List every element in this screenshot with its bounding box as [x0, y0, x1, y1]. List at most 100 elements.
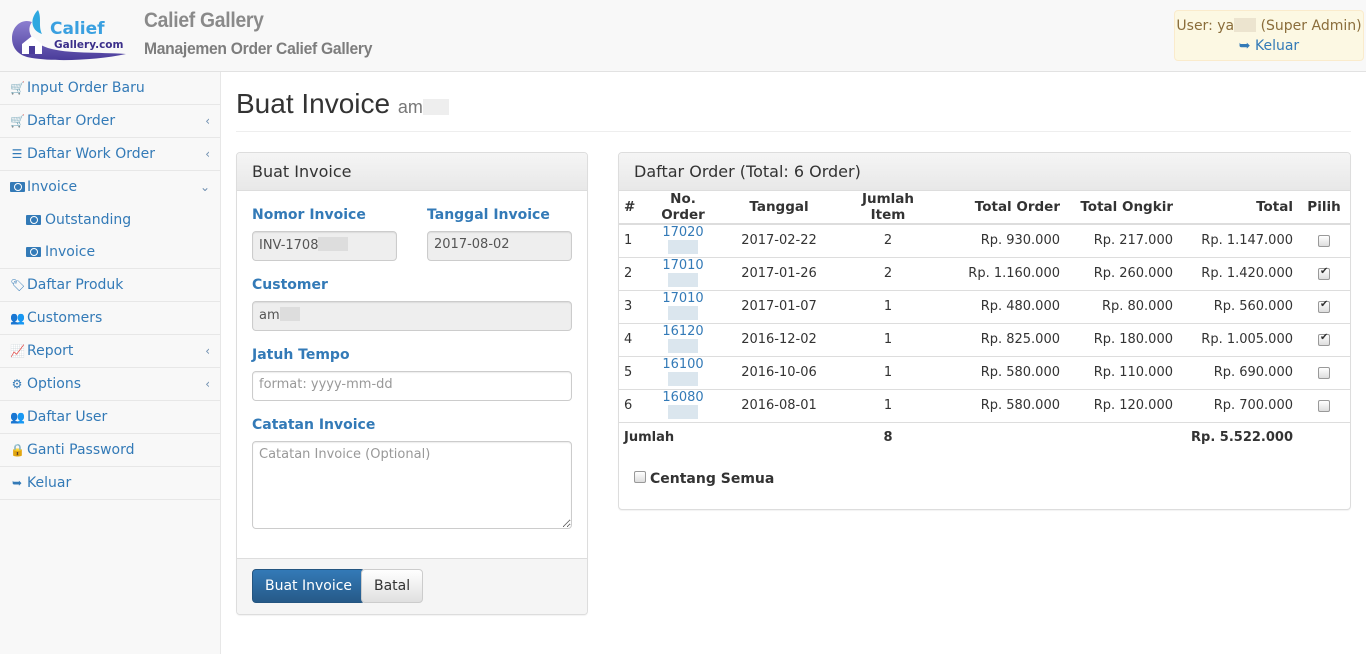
check-all-checkbox[interactable] [634, 471, 646, 483]
sidebar-item-label: Customers [27, 310, 103, 326]
header-logout-link[interactable]: ➥ Keluar [1239, 38, 1299, 54]
chevron-left-icon: ‹ [205, 344, 210, 358]
cogs-icon: ⚙ [11, 377, 23, 391]
item-count: 2 [839, 256, 937, 290]
check-all-label: Centang Semua [650, 471, 775, 487]
chevron-left-icon: ‹ [205, 377, 210, 391]
sidebar-item-invoice[interactable]: Invoice ⌄ [0, 171, 220, 204]
redacted-text [318, 237, 349, 251]
item-count: 1 [839, 322, 937, 356]
order-number-link[interactable]: 16080 [662, 390, 704, 421]
sidebar-subitem-invoice[interactable]: Invoice [0, 236, 220, 268]
sidebar-subitem-label: Invoice [45, 244, 96, 260]
form-footer: Buat Invoice Batal [237, 558, 587, 614]
select-cell [1298, 289, 1350, 323]
sidebar-item-label: Daftar Work Order [27, 146, 156, 162]
sidebar-item-customers[interactable]: 👥 Customers [0, 302, 220, 335]
customer-field[interactable]: am [252, 301, 572, 331]
table-row: 3 17010 2017-01-07 1 Rp. 480.000 Rp. 80.000 Rp… [619, 289, 1350, 323]
total-ongkir: Rp. 120.000 [1065, 388, 1178, 422]
title-divider [236, 131, 1351, 132]
select-cell [1298, 388, 1350, 422]
select-order-checkbox[interactable] [1318, 299, 1330, 313]
sidebar-item-report[interactable]: 📈 Report ‹ [0, 335, 220, 368]
sidebar-item-label: Daftar Produk [27, 277, 124, 293]
table-row: 1 17020 2017-02-22 2 Rp. 930.000 Rp. 217.000 R… [619, 223, 1350, 257]
empty-cell [1298, 421, 1350, 453]
catatan-invoice-textarea[interactable] [252, 441, 572, 529]
panel-heading: Buat Invoice [237, 153, 587, 191]
column-header: Total Ongkir [1065, 191, 1178, 225]
sidebar-item-daftar-work-order[interactable]: ☰ Daftar Work Order ‹ [0, 138, 220, 171]
sidebar-item-label: Input Order Baru [27, 80, 145, 96]
sidebar-item-label: Invoice [27, 179, 78, 195]
column-header: Tanggal [719, 191, 839, 225]
row-number: 3 [619, 289, 647, 323]
create-invoice-panel: Buat Invoice Nomor Invoice INV-1708 Tang… [236, 152, 588, 615]
create-invoice-button[interactable]: Buat Invoice [252, 569, 366, 603]
order-number-link[interactable]: 17010 [662, 258, 704, 289]
order-date: 2017-02-22 [719, 223, 839, 257]
table-total-row: Jumlah 8 Rp. 5.522.000 [619, 421, 1350, 453]
panel-heading: Daftar Order (Total: 6 Order) [619, 153, 1350, 191]
sidebar-item-daftar-order[interactable]: 🛒 Daftar Order ‹ [0, 105, 220, 138]
users-icon: 👥 [10, 311, 25, 325]
sidebar-item-daftar-produk[interactable]: 🏷 Daftar Produk [0, 269, 220, 302]
total-label: Jumlah [619, 421, 839, 453]
sidebar-item-label: Options [27, 376, 82, 392]
sidebar-item-label: Ganti Password [27, 442, 135, 458]
order-number: 16100 [662, 357, 704, 372]
sidebar-item-keluar[interactable]: ➥ Keluar [0, 467, 220, 500]
order-number-link[interactable]: 16100 [662, 357, 704, 388]
nomor-invoice-field[interactable]: INV-1708 [252, 231, 397, 261]
tags-icon: 🏷 [10, 278, 26, 292]
column-header: # [619, 191, 647, 225]
money-icon [10, 171, 25, 203]
sidebar-item-options[interactable]: ⚙ Options ‹ [0, 368, 220, 401]
total-ongkir: Rp. 180.000 [1065, 322, 1178, 356]
total-order: Rp. 480.000 [937, 289, 1065, 323]
jatuh-tempo-input[interactable]: format: yyyy-mm-dd [252, 371, 572, 401]
cancel-button[interactable]: Batal [361, 569, 424, 603]
select-order-checkbox[interactable] [1318, 366, 1330, 379]
sidebar-item-ganti-password[interactable]: 🔒 Ganti Password [0, 434, 220, 467]
chevron-down-icon: ⌄ [199, 180, 210, 194]
order-number-link[interactable]: 17020 [662, 225, 704, 256]
select-order-checkbox[interactable] [1318, 332, 1330, 346]
sidebar-subitem-outstanding[interactable]: Outstanding [0, 204, 220, 236]
order-date: 2017-01-26 [719, 256, 839, 290]
select-cell [1298, 355, 1350, 389]
sidebar-item-daftar-user[interactable]: 👥 Daftar User [0, 401, 220, 434]
customer-label: Customer [252, 277, 328, 293]
order-number-link[interactable]: 17010 [662, 291, 704, 322]
tanggal-invoice-field[interactable]: 2017-08-02 [427, 231, 572, 261]
order-number-link[interactable]: 16120 [662, 324, 704, 355]
sign-out-icon: ➥ [1238, 38, 1251, 54]
select-order-checkbox[interactable] [1318, 266, 1330, 280]
empty-cell [1065, 421, 1178, 453]
money-icon [26, 237, 42, 269]
page-subtitle: am [398, 97, 449, 117]
total-order: Rp. 580.000 [937, 388, 1065, 422]
column-header: Total Order [937, 191, 1065, 225]
empty-cell [937, 421, 1065, 453]
user-info: User: ya (Super Admin) [1175, 16, 1363, 36]
row-total: Rp. 560.000 [1178, 289, 1298, 323]
total-order: Rp. 930.000 [937, 223, 1065, 257]
tanggal-invoice-value: 2017-08-02 [434, 237, 510, 252]
line-chart-icon: 📈 [10, 344, 25, 358]
select-order-checkbox[interactable] [1318, 399, 1330, 412]
total-ongkir: Rp. 217.000 [1065, 223, 1178, 257]
customer-value: am [259, 308, 280, 323]
select-order-checkbox[interactable] [1318, 234, 1330, 247]
row-number: 4 [619, 322, 647, 356]
order-number: 17020 [662, 225, 704, 241]
total-ongkir: Rp. 110.000 [1065, 355, 1178, 389]
order-number-cell: 17010 [647, 256, 719, 290]
redacted-text [668, 405, 698, 419]
sidebar-item-input-order-baru[interactable]: 🛒 Input Order Baru [0, 72, 220, 105]
calief-gallery-logo[interactable]: Calief Gallery.com [8, 8, 132, 62]
redacted-text [422, 99, 449, 115]
table-row: 5 16100 2016-10-06 1 Rp. 580.000 Rp. 110.000 R… [619, 355, 1350, 389]
check-all-control[interactable]: Centang Semua [634, 471, 774, 487]
